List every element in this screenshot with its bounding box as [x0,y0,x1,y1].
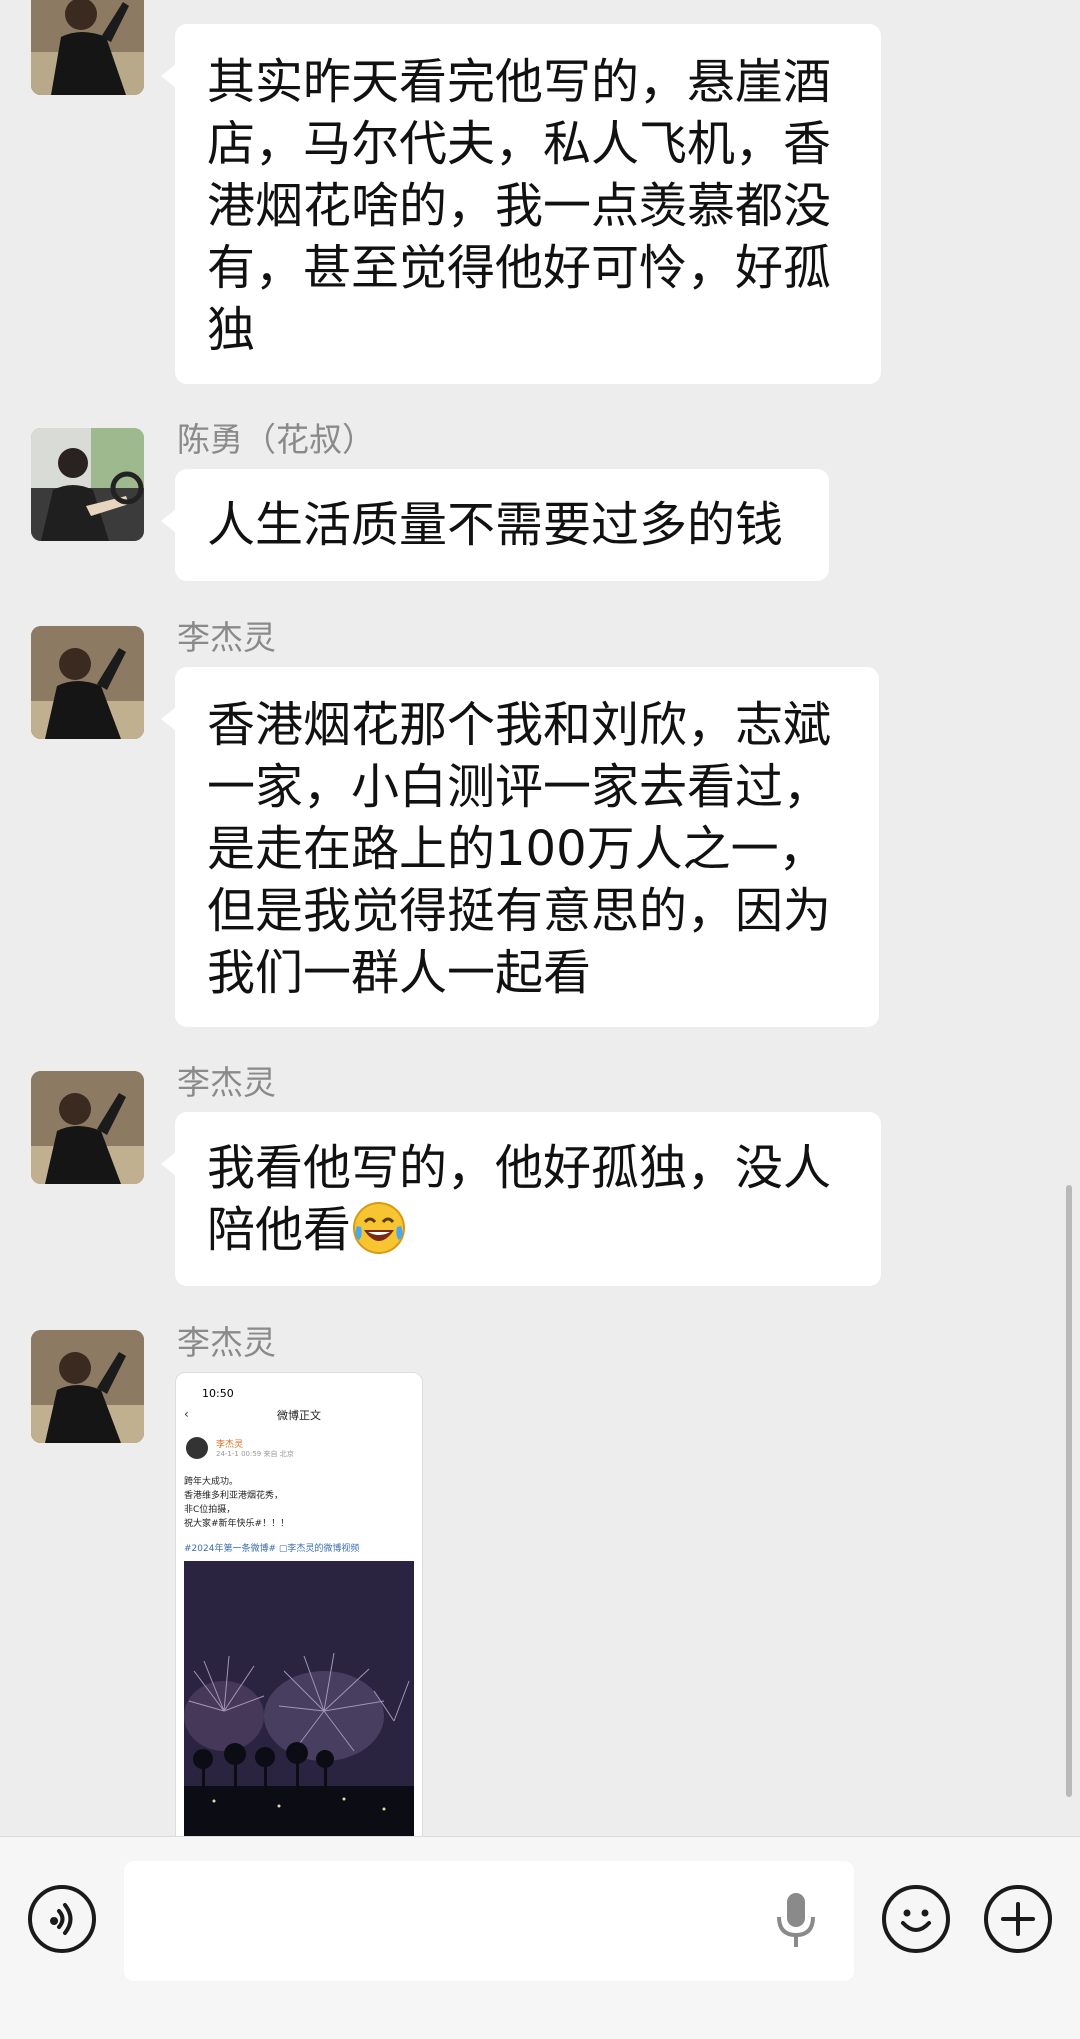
screenshot-post-text: 跨年大成功。 香港维多利亚港烟花秀， 非C位拍摄， 祝大家#新年快乐#！！！ [184,1477,290,1529]
sender-name: 李杰灵 [177,618,276,657]
message-text: 我看他写的，他好孤独，没人 陪他看 [207,1137,849,1261]
avatar[interactable] [31,626,144,739]
message-input[interactable] [124,1861,854,1981]
avatar[interactable] [31,0,144,95]
message-text: 香港烟花那个我和刘欣，志斌 一家，小白测评一家去看过， 是走在路上的100万人之… [207,697,832,1001]
sender-name: 李杰灵 [177,1063,276,1102]
message-text: 人生活质量不需要过多的钱 [207,497,784,553]
more-button[interactable] [984,1885,1052,1953]
avatar[interactable] [31,1071,144,1184]
screenshot-meta: 24-1-1 00:59 来自 北京 [216,1450,294,1458]
sender-name: 李杰灵 [177,1323,276,1362]
screenshot-nav-title: 微博正文 [277,1409,321,1422]
fireworks-photo [184,1561,414,1836]
message-text: 其实昨天看完他写的，悬崖酒 店，马尔代夫，私人飞机，香 港烟花啥的，我一点羡慕都… [207,54,832,358]
sender-name: 陈勇（花叔） [177,420,375,459]
message-text-content: 我看他写的，他好孤独，没人 陪他看 [207,1140,832,1258]
voice-mode-button[interactable] [28,1885,96,1953]
message-bubble[interactable]: 我看他写的，他好孤独，没人 陪他看 [161,1112,881,1286]
scrollbar[interactable] [1066,1185,1072,1797]
plus-icon [1001,1902,1035,1936]
laughing-crying-emoji [353,1202,406,1254]
message-bubble[interactable]: 人生活质量不需要过多的钱 [161,469,829,581]
message-bubble[interactable]: 香港烟花那个我和刘欣，志斌 一家，小白测评一家去看过， 是走在路上的100万人之… [161,667,879,1027]
image-message[interactable]: 10:50 ‹ 微博正文 李杰灵 24-1-1 00:59 来自 北京 跨年大成… [175,1372,423,1836]
microphone-icon[interactable] [772,1889,820,1951]
screenshot-post-tag: #2024年第一条微博# ▢李杰灵的微博视频 [184,1544,360,1554]
emoji-button[interactable] [882,1885,950,1953]
message-bubble[interactable]: 其实昨天看完他写的，悬崖酒 店，马尔代夫，私人飞机，香 港烟花啥的，我一点羡慕都… [161,24,881,384]
avatar[interactable] [31,1330,144,1443]
screenshot-avatar [186,1437,208,1459]
emoji-icon [901,1909,931,1932]
avatar[interactable] [31,428,144,541]
chat-area: 其实昨天看完他写的，悬崖酒 店，马尔代夫，私人飞机，香 港烟花啥的，我一点羡慕都… [0,0,1080,1836]
screenshot-status-time: 10:50 [202,1387,234,1400]
voice-mode-icon [50,1903,73,1935]
input-bar [0,1836,1080,2039]
